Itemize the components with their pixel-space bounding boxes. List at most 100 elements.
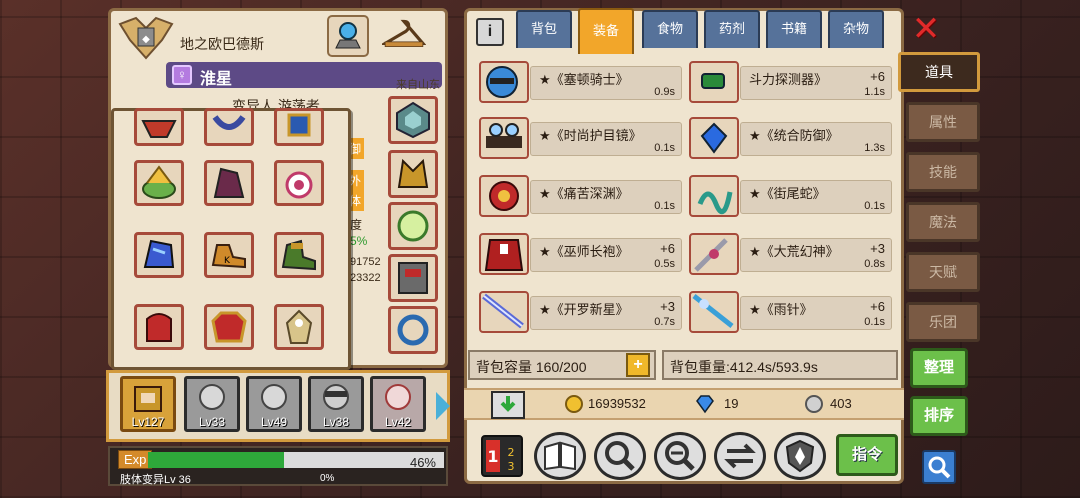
- equip-slot[interactable]: [204, 304, 254, 350]
- svg-text:2: 2: [508, 446, 515, 459]
- inventory-item[interactable]: ★《开罗新星》 +3 0.7s: [478, 290, 684, 334]
- equip-slot-ring[interactable]: [388, 306, 438, 354]
- peek-text: 度: [350, 218, 363, 232]
- item-name: ★《巫师长袍》: [539, 244, 629, 259]
- bag-weight: 背包重量:412.4s/593.9s: [662, 350, 898, 380]
- close-icon[interactable]: ✕: [910, 12, 942, 46]
- equip-slot-headgear[interactable]: [388, 150, 438, 198]
- party-member-slot[interactable]: Lv38: [308, 376, 364, 432]
- exp-fill: [148, 452, 285, 468]
- item-name: ★《开罗新星》: [539, 302, 629, 317]
- search-item-icon[interactable]: [594, 432, 646, 480]
- party-member-level: Lv49: [260, 415, 288, 429]
- inventory-item[interactable]: ★《统合防御》 1.3s: [688, 116, 894, 160]
- item-weight: 0.5s: [654, 258, 675, 270]
- hanger-icon[interactable]: [382, 12, 426, 56]
- swap-icon[interactable]: [714, 432, 766, 480]
- party-member-level: Lv127: [131, 415, 165, 429]
- equip-slot[interactable]: [274, 160, 324, 206]
- inventory-item[interactable]: 斗力探测器》 +6 1.1s: [688, 60, 894, 104]
- equip-slot[interactable]: [134, 108, 184, 146]
- shield-icon[interactable]: [774, 432, 826, 480]
- tab-books[interactable]: 书籍: [766, 10, 822, 48]
- equip-slot-armor[interactable]: [388, 254, 438, 302]
- equip-slot[interactable]: [134, 304, 184, 350]
- goggles-icon: [479, 117, 529, 159]
- item-weight: 0.9s: [654, 86, 675, 98]
- party-member-slot[interactable]: Lv127: [120, 376, 176, 432]
- svg-text:◆: ◆: [142, 34, 150, 45]
- item-name: ★《痛苦深渊》: [539, 186, 629, 201]
- side-tab-talent[interactable]: 天赋: [906, 252, 980, 292]
- side-tab-items[interactable]: 道具: [898, 52, 980, 92]
- spear-icon: [689, 233, 739, 275]
- tab-potion[interactable]: 药剂: [704, 10, 760, 48]
- equip-slot-orb[interactable]: [388, 202, 438, 250]
- item-weight: 0.1s: [864, 316, 885, 328]
- emblem-icon: ◆: [118, 16, 174, 60]
- party-next-arrow[interactable]: [436, 392, 450, 420]
- side-tab-attributes[interactable]: 属性: [906, 102, 980, 142]
- diamond-icon: [696, 395, 714, 414]
- sort-button[interactable]: 整理: [910, 348, 968, 388]
- robe-icon: [479, 233, 529, 275]
- equip-slot[interactable]: [274, 108, 324, 146]
- equip-slot[interactable]: [204, 108, 254, 146]
- plus-icon[interactable]: +: [626, 353, 650, 377]
- book-icon[interactable]: [534, 432, 586, 480]
- item-enhance: +3: [870, 241, 885, 256]
- number-sort-icon[interactable]: 1 2 3: [480, 434, 524, 478]
- tab-food[interactable]: 食物: [642, 10, 698, 48]
- item-enhance: +3: [660, 299, 675, 314]
- inventory-item[interactable]: ★《时尚护目镜》 0.1s: [478, 116, 684, 160]
- equip-slot[interactable]: [134, 160, 184, 206]
- equip-slot[interactable]: [274, 304, 324, 350]
- item-weight: 0.1s: [864, 200, 885, 212]
- party-member-slot[interactable]: Lv42: [370, 376, 426, 432]
- female-icon: ♀: [172, 65, 192, 85]
- party-member-level: Lv42: [384, 415, 412, 429]
- party-member-slot[interactable]: Lv49: [246, 376, 302, 432]
- download-icon[interactable]: [490, 390, 526, 420]
- inventory-item[interactable]: ★《雨针》 +6 0.1s: [688, 290, 894, 334]
- gem-amulet-icon: [689, 117, 739, 159]
- party-member-slot[interactable]: Lv33: [184, 376, 240, 432]
- item-name: ★《时尚护目镜》: [539, 128, 642, 143]
- command-button[interactable]: 指令: [836, 434, 898, 476]
- order-button[interactable]: 排序: [910, 396, 968, 436]
- equip-slot[interactable]: [134, 232, 184, 278]
- equip-slot[interactable]: [274, 232, 324, 278]
- item-enhance: +6: [660, 241, 675, 256]
- inventory-item[interactable]: ★《巫师长袍》 +6 0.5s: [478, 232, 684, 276]
- hero-origin: 来自山东: [396, 79, 440, 91]
- inventory-item[interactable]: ★《痛苦深渊》 0.1s: [478, 174, 684, 218]
- tab-bag[interactable]: 背包: [516, 10, 572, 48]
- peek-text: 23322: [350, 272, 381, 284]
- svg-text:3: 3: [508, 460, 515, 473]
- exp-percent: 46%: [409, 455, 436, 470]
- gold-coin-icon: [565, 395, 583, 413]
- inventory-item[interactable]: ★《街尾蛇》 0.1s: [688, 174, 894, 218]
- side-tab-magic[interactable]: 魔法: [906, 202, 980, 242]
- inventory-item[interactable]: ★《大荒幻神》 +3 0.8s: [688, 232, 894, 276]
- peek-text: 91752: [350, 256, 381, 268]
- side-tab-band[interactable]: 乐团: [906, 302, 980, 342]
- peek-text: 5%: [350, 234, 368, 248]
- character-title: 地之欧巴德斯: [180, 36, 264, 52]
- side-tab-skills[interactable]: 技能: [906, 152, 980, 192]
- search-icon[interactable]: [922, 450, 956, 484]
- equip-slot[interactable]: K: [204, 232, 254, 278]
- item-name: ★《雨针》: [749, 302, 813, 317]
- info-icon[interactable]: i: [476, 18, 504, 46]
- party-member-level: Lv33: [198, 415, 226, 429]
- item-name: 斗力探测器》: [749, 72, 828, 87]
- crystal-icon[interactable]: [326, 14, 370, 58]
- tab-equipment[interactable]: 装备: [578, 8, 634, 54]
- item-name: ★《统合防御》: [749, 128, 839, 143]
- item-weight: 0.8s: [864, 258, 885, 270]
- search-zoom-icon[interactable]: [654, 432, 706, 480]
- inventory-item[interactable]: ★《塞顿骑士》 0.9s: [478, 60, 684, 104]
- tab-misc[interactable]: 杂物: [828, 10, 884, 48]
- equip-slot[interactable]: [204, 160, 254, 206]
- equip-slot-gem[interactable]: [388, 96, 438, 144]
